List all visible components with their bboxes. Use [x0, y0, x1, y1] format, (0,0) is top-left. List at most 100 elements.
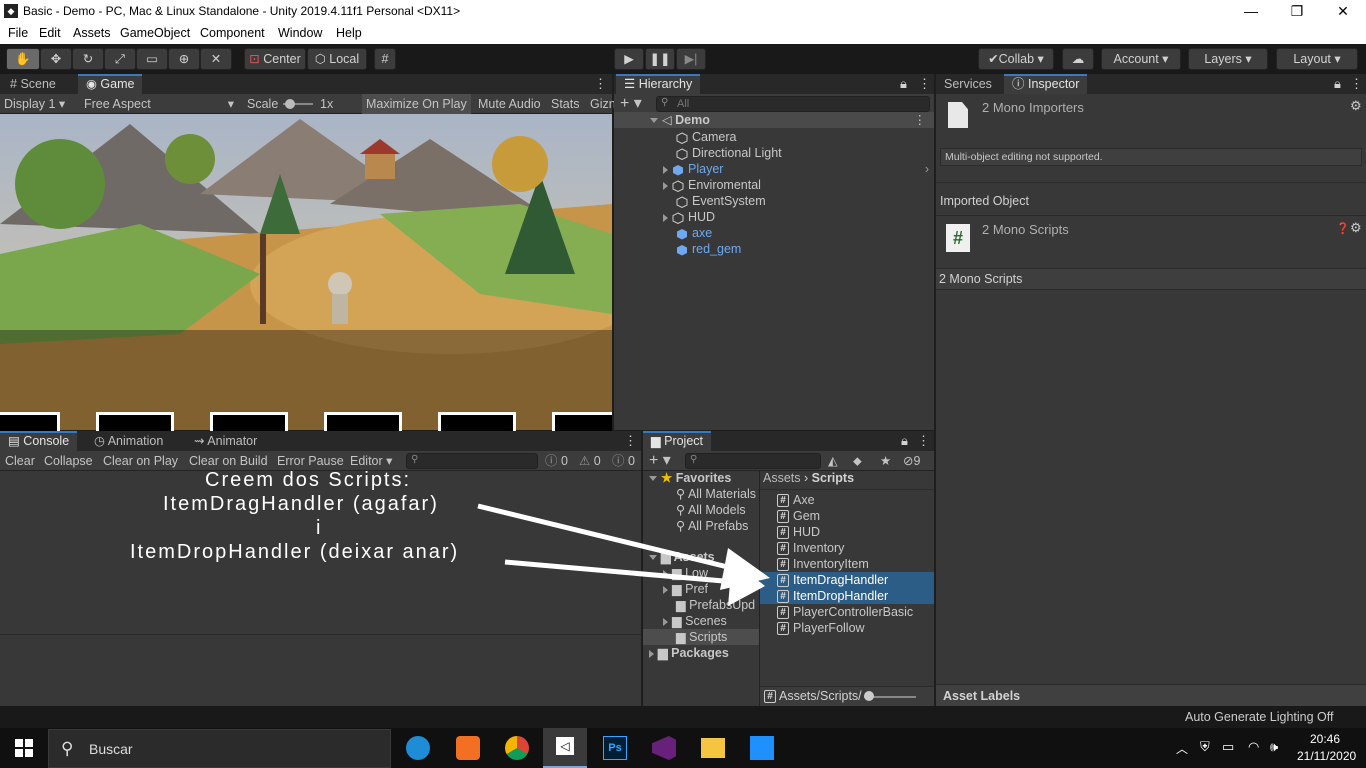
console-search-input[interactable]: ⚲: [406, 453, 538, 469]
expand-arrow-icon[interactable]: [663, 165, 668, 174]
filter-type-icon[interactable]: ◭: [828, 451, 838, 471]
layers-dropdown[interactable]: Layers ▾: [1188, 48, 1268, 70]
project-search-input[interactable]: ⚲: [685, 453, 821, 469]
clear-button[interactable]: Clear: [5, 451, 35, 471]
create-plus-icon[interactable]: + ▾: [649, 451, 671, 471]
transform-tool-icon[interactable]: ⊕: [168, 48, 200, 70]
file-item[interactable]: # PlayerControllerBasic: [777, 604, 913, 620]
aspect-dropdown[interactable]: Free Aspect ▾: [84, 94, 238, 114]
hierarchy-search-input[interactable]: ⚲ All: [656, 96, 930, 112]
editor-dropdown[interactable]: Editor ▾: [350, 451, 392, 471]
chrome-icon[interactable]: [505, 736, 529, 760]
game-view[interactable]: [0, 114, 612, 430]
tab-game[interactable]: ◉ Game: [78, 74, 143, 94]
clear-on-build-button[interactable]: Clear on Build: [189, 451, 268, 471]
maximize-button[interactable]: ❐: [1274, 0, 1320, 23]
collapse-button[interactable]: Collapse: [44, 451, 93, 471]
battery-icon[interactable]: ▭: [1222, 739, 1234, 755]
gizmos-dropdown[interactable]: Gizn: [590, 94, 616, 114]
display-dropdown[interactable]: Display 1 ▾: [4, 94, 65, 114]
pivot-local-button[interactable]: ⬡ Local: [307, 48, 367, 70]
filter-label-icon[interactable]: ⬥: [853, 451, 862, 471]
tab-services[interactable]: Services: [936, 74, 1000, 94]
tree-item[interactable]: ▆ Low: [663, 565, 708, 581]
windows-start-icon[interactable]: [15, 739, 33, 757]
scale-tool-icon[interactable]: ⤢: [104, 48, 136, 70]
grid-snap-icon[interactable]: #: [374, 48, 396, 70]
volume-icon[interactable]: 🕪: [1270, 739, 1278, 755]
expand-arrow-icon[interactable]: [663, 617, 668, 626]
hierarchy-item[interactable]: HUD: [663, 209, 715, 225]
tree-packages[interactable]: ▆ Packages: [649, 645, 729, 661]
cloud-icon[interactable]: ☁: [1062, 48, 1094, 70]
hierarchy-item[interactable]: Player ›: [663, 161, 933, 177]
file-item[interactable]: # Gem: [777, 508, 820, 524]
taskbar-search-box[interactable]: ⚲ Buscar: [48, 729, 391, 768]
row-menu-icon[interactable]: ⋮: [914, 112, 927, 128]
photoshop-icon[interactable]: Ps: [603, 736, 627, 760]
asset-labels-bar[interactable]: Asset Labels: [936, 684, 1366, 706]
expand-arrow-icon[interactable]: [663, 181, 668, 190]
chevron-up-icon[interactable]: ︿: [1176, 740, 1188, 757]
tab-hierarchy[interactable]: ☰ Hierarchy: [616, 74, 701, 94]
expand-arrow-icon[interactable]: [649, 649, 654, 658]
file-item[interactable]: # HUD: [777, 524, 820, 540]
chevron-right-icon[interactable]: ›: [925, 161, 929, 177]
panel-menu-icon[interactable]: ⋮: [624, 433, 637, 449]
file-item[interactable]: # PlayerFollow: [777, 620, 865, 636]
lock-icon[interactable]: 🔒︎: [1334, 76, 1341, 92]
file-item-selected[interactable]: # ItemDragHandler: [760, 572, 934, 588]
create-plus-icon[interactable]: + ▾: [620, 94, 642, 114]
edge-browser-icon[interactable]: [406, 736, 430, 760]
error-pause-button[interactable]: Error Pause: [277, 451, 344, 471]
security-icon[interactable]: ⛨: [1200, 739, 1210, 755]
move-tool-icon[interactable]: ✥: [40, 48, 72, 70]
info-count-toggle[interactable]: ⓘ 0: [545, 451, 568, 471]
menu-file[interactable]: File: [8, 26, 28, 40]
account-dropdown[interactable]: Account ▾: [1101, 48, 1181, 70]
tree-item[interactable]: ⚲ All Models: [676, 502, 746, 518]
breadcrumb-assets[interactable]: Assets: [763, 471, 801, 485]
menu-help[interactable]: Help: [336, 26, 362, 40]
scale-slider-thumb[interactable]: [285, 99, 295, 109]
menu-edit[interactable]: Edit: [39, 26, 61, 40]
close-button[interactable]: ✕: [1320, 0, 1366, 23]
scene-root-row[interactable]: ◁ Demo ⋮: [614, 112, 934, 128]
rotate-tool-icon[interactable]: ↻: [72, 48, 104, 70]
unity-taskbar-button[interactable]: ◁: [543, 728, 587, 768]
expand-arrow-icon[interactable]: [663, 569, 668, 578]
panel-menu-icon[interactable]: ⋮: [594, 76, 607, 92]
hierarchy-item[interactable]: Enviromental: [663, 177, 761, 193]
file-item[interactable]: # Inventory: [777, 540, 844, 556]
wifi-icon[interactable]: ◠: [1248, 739, 1259, 755]
clear-on-play-button[interactable]: Clear on Play: [103, 451, 178, 471]
file-item[interactable]: # InventoryItem: [777, 556, 869, 572]
clock-date[interactable]: 21/11/2020: [1297, 749, 1356, 763]
tree-assets[interactable]: ▆ Assets: [649, 549, 715, 565]
hierarchy-item[interactable]: red_gem: [676, 241, 741, 257]
tree-item[interactable]: ⚲ All Prefabs: [676, 518, 748, 534]
stats-toggle[interactable]: Stats: [551, 94, 580, 114]
tree-item[interactable]: ▆ PrefabsUpd: [676, 597, 755, 613]
error-count-toggle[interactable]: ⓘ 0: [612, 451, 635, 471]
file-explorer-icon[interactable]: [701, 738, 725, 758]
tree-item[interactable]: ▆ Pref: [663, 581, 708, 597]
maximize-on-play-toggle[interactable]: Maximize On Play: [362, 94, 471, 114]
zoom-slider-thumb[interactable]: [864, 691, 874, 701]
lock-icon[interactable]: 🔒︎: [900, 76, 907, 92]
panel-menu-icon[interactable]: ⋮: [917, 433, 930, 449]
hand-tool-icon[interactable]: ✋: [6, 48, 40, 70]
menu-window[interactable]: Window: [278, 26, 322, 40]
pivot-center-button[interactable]: ⊡ Center: [244, 48, 306, 70]
clock-time[interactable]: 20:46: [1310, 732, 1340, 746]
hierarchy-item[interactable]: Camera: [676, 129, 736, 145]
tab-animator[interactable]: ⇝ Animator: [186, 431, 265, 451]
tab-scene[interactable]: # Scene: [2, 74, 64, 94]
tree-item[interactable]: ▆ Scenes: [663, 613, 727, 629]
panel-menu-icon[interactable]: ⋮: [1350, 76, 1363, 92]
hidden-packages-toggle[interactable]: ⊘9: [903, 451, 920, 471]
custom-tool-icon[interactable]: ✕: [200, 48, 232, 70]
hierarchy-item[interactable]: Directional Light: [676, 145, 782, 161]
lock-icon[interactable]: 🔒︎: [901, 433, 908, 449]
mute-audio-toggle[interactable]: Mute Audio: [478, 94, 541, 114]
